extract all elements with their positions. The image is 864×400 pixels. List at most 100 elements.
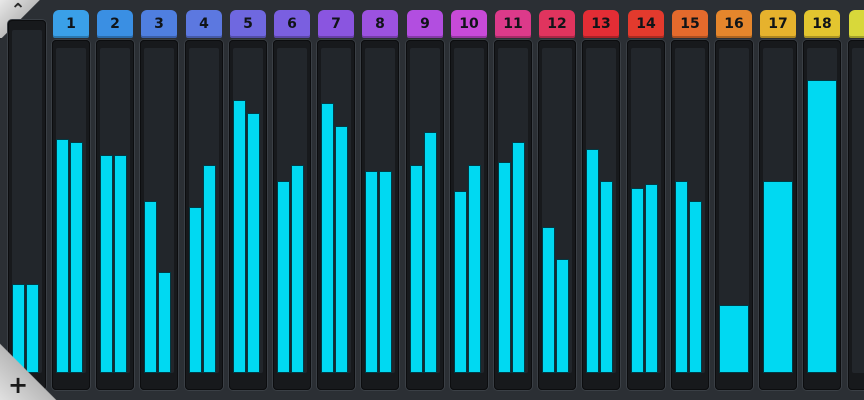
meter-well <box>803 40 841 390</box>
channel-tab[interactable]: 18 <box>804 10 840 38</box>
channel-tab[interactable]: 16 <box>716 10 752 38</box>
meter-bar-left <box>542 227 555 373</box>
channel-tab[interactable]: 3 <box>141 10 177 38</box>
meter-well <box>759 40 797 390</box>
meter-bar-mono <box>719 305 749 373</box>
meter-track <box>719 48 749 373</box>
channel-strip: 8 <box>361 0 399 400</box>
channel-strip: 10 <box>450 0 488 400</box>
channel-strip: 2 <box>96 0 134 400</box>
meter-well <box>671 40 709 390</box>
channel-tab[interactable]: 13 <box>583 10 619 38</box>
channel-strip: 17 <box>759 0 797 400</box>
channel-tab[interactable]: 6 <box>274 10 310 38</box>
meter-bar-right <box>556 259 569 373</box>
meter-track <box>277 48 307 373</box>
meter-track <box>189 48 219 373</box>
meter-well <box>273 40 311 390</box>
channel-tab[interactable]: 1 <box>53 10 89 38</box>
channel-strip: 15 <box>671 0 709 400</box>
meter-well <box>450 40 488 390</box>
meter-track <box>12 30 42 373</box>
meter-bar-right <box>291 165 304 373</box>
meter-bar-left <box>144 201 157 373</box>
meter-bar-right <box>600 181 613 373</box>
meter-track <box>498 48 528 373</box>
meter-well <box>538 40 576 390</box>
meter-bar-right <box>203 165 216 373</box>
meter-well <box>627 40 665 390</box>
meter-bar-left <box>189 207 202 373</box>
meter-well <box>52 40 90 390</box>
meter-track <box>763 48 793 373</box>
meter-well <box>229 40 267 390</box>
meter-track <box>675 48 705 373</box>
meter-bar-right <box>70 142 83 373</box>
meter-track <box>56 48 86 373</box>
meter-track <box>454 48 484 373</box>
meter-track <box>233 48 263 373</box>
meter-well <box>494 40 532 390</box>
channel-tab[interactable]: 2 <box>97 10 133 38</box>
meter-track <box>631 48 661 373</box>
channel-strip: 3 <box>140 0 178 400</box>
channel-tab[interactable]: 7 <box>318 10 354 38</box>
meter-well <box>8 20 46 390</box>
meter-bar-mono <box>763 181 793 373</box>
channel-strip <box>848 0 864 400</box>
meter-bar-right <box>468 165 481 373</box>
channel-tab[interactable]: 15 <box>672 10 708 38</box>
add-channel-icon[interactable]: + <box>6 373 30 397</box>
channel-strip: 11 <box>494 0 532 400</box>
channel-tab[interactable] <box>849 10 864 38</box>
meter-bar-right <box>379 171 392 373</box>
channel-tab[interactable]: 9 <box>407 10 443 38</box>
meter-bar-right <box>689 201 702 373</box>
channel-strip: 12 <box>538 0 576 400</box>
meter-well <box>848 40 864 390</box>
channel-strip: 1 <box>52 0 90 400</box>
meter-bar-left <box>586 149 599 373</box>
meter-track <box>586 48 616 373</box>
channel-tab[interactable]: 4 <box>186 10 222 38</box>
channel-strip: 18 <box>803 0 841 400</box>
meter-bar-left <box>321 103 334 373</box>
channel-tab[interactable]: 14 <box>628 10 664 38</box>
channel-tab[interactable]: 10 <box>451 10 487 38</box>
meter-bar-right <box>512 142 525 373</box>
meter-bar-left <box>233 100 246 373</box>
meter-bar-right <box>335 126 348 373</box>
channel-strip: 13 <box>582 0 620 400</box>
meter-track <box>542 48 572 373</box>
meter-well <box>582 40 620 390</box>
meter-bar-left <box>675 181 688 373</box>
meter-track <box>807 48 837 373</box>
channel-strip: 7 <box>317 0 355 400</box>
mixer-panel: ⌃ 1 2 3 4 5 6 7 8 9 10 11 12 13 14 15 16 17 18 + <box>0 0 864 400</box>
channel-tab[interactable]: 11 <box>495 10 531 38</box>
meter-bar-left <box>277 181 290 373</box>
meter-track <box>321 48 351 373</box>
channel-tab[interactable]: 17 <box>760 10 796 38</box>
meter-bar-left <box>410 165 423 373</box>
meter-bar-left <box>631 188 644 373</box>
meter-track <box>852 48 864 373</box>
meter-track <box>410 48 440 373</box>
channel-strip: 5 <box>229 0 267 400</box>
meter-well <box>715 40 753 390</box>
channel-tab[interactable]: 5 <box>230 10 266 38</box>
channel-tab[interactable]: 8 <box>362 10 398 38</box>
meter-bar-left <box>454 191 467 373</box>
meter-well <box>96 40 134 390</box>
meter-well <box>361 40 399 390</box>
channel-strip: 9 <box>406 0 444 400</box>
meter-bar-right <box>645 184 658 373</box>
meter-bar-left <box>365 171 378 373</box>
channel-strip: 4 <box>185 0 223 400</box>
meter-bar-left <box>100 155 113 373</box>
channel-strip: 16 <box>715 0 753 400</box>
master-meter-strip <box>8 0 46 400</box>
meter-bar-left <box>498 162 511 373</box>
meter-bar-right <box>158 272 171 373</box>
channel-tab[interactable]: 12 <box>539 10 575 38</box>
